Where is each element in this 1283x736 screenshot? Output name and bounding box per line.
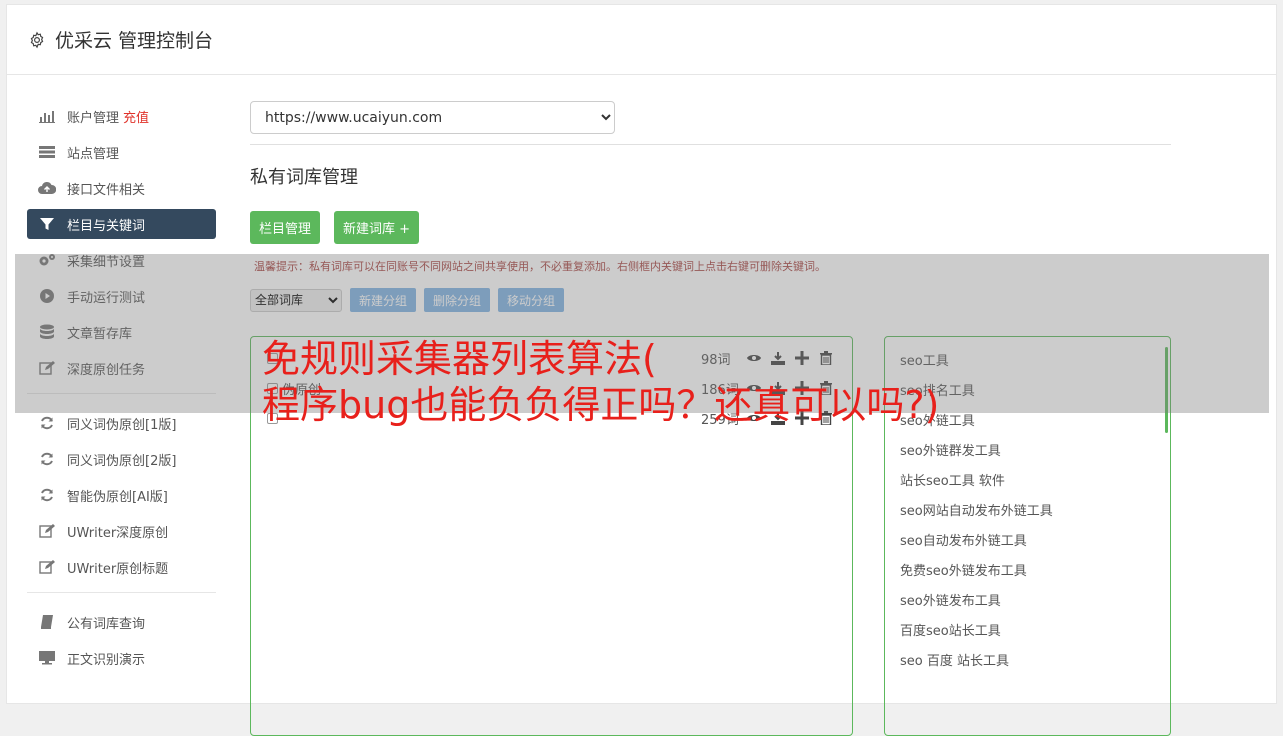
sidebar-item[interactable]: 接口文件相关 xyxy=(27,173,216,203)
keyword-item[interactable]: 站长seo工具 软件 xyxy=(885,467,1170,497)
overlay-headline: 免规则采集器列表算法( 程序bug也能负负得正吗？还真可以吗?) xyxy=(262,336,939,428)
edit-icon xyxy=(38,523,56,539)
sidebar-item-label: 同义词伪原创[2版] xyxy=(67,453,177,469)
sidebar-item-label: 栏目与关键词 xyxy=(67,218,146,234)
site-select[interactable]: https://www.ucaiyun.com xyxy=(250,101,615,134)
refresh-icon xyxy=(38,451,56,467)
sidebar-item-label: 智能伪原创[AI版] xyxy=(67,489,168,505)
headline-line-2: 程序bug也能负负得正吗？还真可以吗?) xyxy=(262,383,940,427)
keyword-item[interactable]: seo外链群发工具 xyxy=(885,437,1170,467)
sidebar-divider xyxy=(27,592,216,593)
headline-line-1: 免规则采集器列表算法( xyxy=(262,337,657,381)
sidebar-item-label: 账户管理 xyxy=(67,110,120,126)
server-icon xyxy=(38,144,56,160)
sidebar-item-label: 正文识别演示 xyxy=(67,652,146,668)
keyword-item[interactable]: seo 百度 站长工具 xyxy=(885,647,1170,677)
sidebar-item[interactable]: 智能伪原创[AI版] xyxy=(27,480,216,510)
sidebar-item[interactable]: 公有词库查询 xyxy=(27,607,216,637)
column-manage-button[interactable]: 栏目管理 xyxy=(250,211,321,244)
keyword-item[interactable]: seo自动发布外链工具 xyxy=(885,527,1170,557)
sidebar-item-label: 接口文件相关 xyxy=(67,182,146,198)
edit-icon xyxy=(38,559,56,575)
gear-icon xyxy=(27,30,47,50)
sidebar-item[interactable]: 栏目与关键词 xyxy=(27,209,216,239)
new-library-button[interactable]: 新建词库 + xyxy=(334,211,420,244)
sidebar-item-label: 公有词库查询 xyxy=(67,616,146,632)
sidebar-item[interactable]: UWriter原创标题 xyxy=(27,552,216,582)
sidebar-item-label: UWriter原创标题 xyxy=(67,561,169,577)
keyword-item[interactable]: 免费seo外链发布工具 xyxy=(885,557,1170,587)
monitor-icon xyxy=(38,650,56,666)
sidebar-item-label: 同义词伪原创[1版] xyxy=(67,417,177,433)
section-divider xyxy=(250,144,1171,145)
sidebar-item-label: UWriter深度原创 xyxy=(67,525,169,541)
refresh-icon xyxy=(38,487,56,503)
keyword-item[interactable]: 百度seo站长工具 xyxy=(885,617,1170,647)
sidebar-item-label: 站点管理 xyxy=(67,146,120,162)
sidebar-item[interactable]: UWriter深度原创 xyxy=(27,516,216,546)
page-title: 私有词库管理 xyxy=(250,167,358,188)
bar-chart-icon xyxy=(38,108,56,124)
top-header: 优采云 管理控制台 xyxy=(7,5,1276,75)
console-title: 优采云 管理控制台 xyxy=(55,30,214,52)
recharge-link[interactable]: 充值 xyxy=(123,107,149,126)
keyword-item[interactable]: seo网站自动发布外链工具 xyxy=(885,497,1170,527)
sidebar-item[interactable]: 正文识别演示 xyxy=(27,643,216,673)
refresh-icon xyxy=(38,415,56,431)
book-icon xyxy=(38,614,56,630)
filter-icon xyxy=(38,216,56,232)
sidebar-item[interactable]: 站点管理 xyxy=(27,137,216,167)
keyword-item[interactable]: seo外链发布工具 xyxy=(885,587,1170,617)
cloud-upload-icon xyxy=(38,180,56,196)
sidebar-item[interactable]: 同义词伪原创[2版] xyxy=(27,444,216,474)
sidebar-item[interactable]: 账户管理 充值 xyxy=(27,101,216,131)
